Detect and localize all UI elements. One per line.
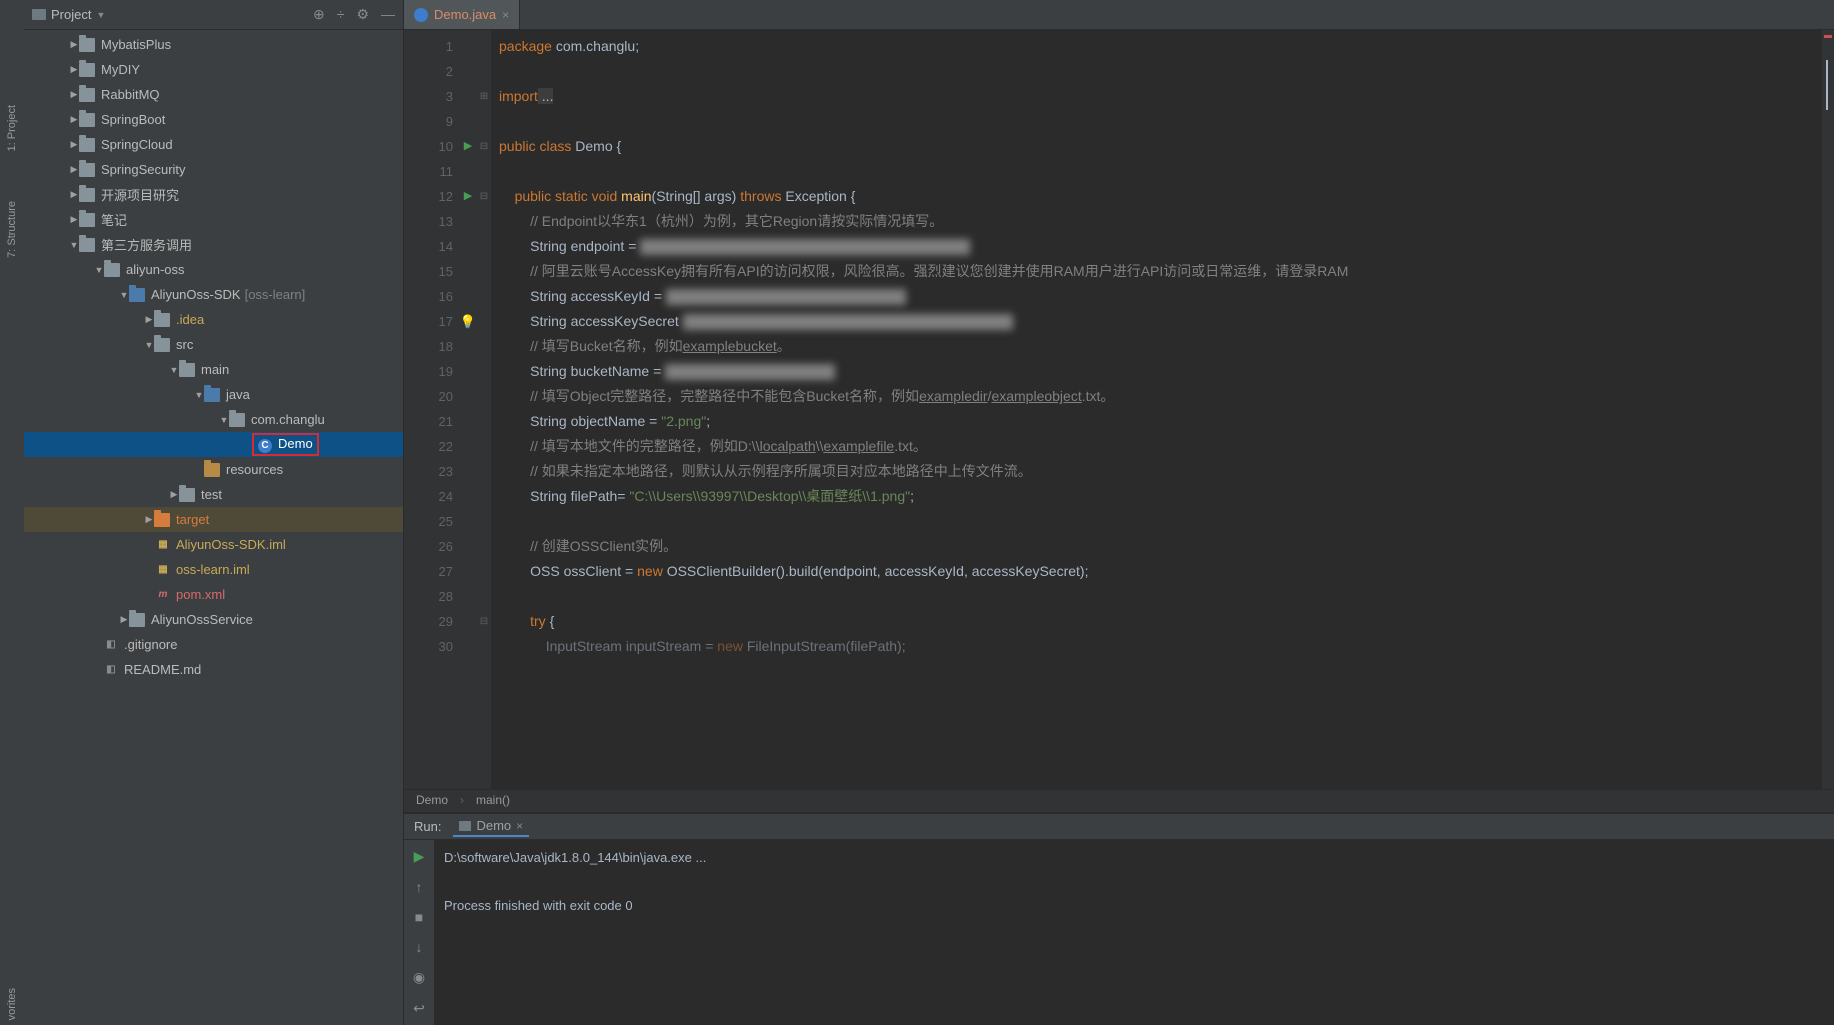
- structure-rail-label[interactable]: 7: Structure: [6, 196, 18, 263]
- tree-item-aliyunoss[interactable]: ▼aliyun-oss: [24, 257, 403, 282]
- run-panel: Run: Demo × ▶ ↑ ■ ↓ ◉ ↩ D:\software\Java: [404, 812, 1834, 1025]
- tree-item-notes[interactable]: ▶笔记: [24, 207, 403, 232]
- target-icon[interactable]: ⊕: [313, 6, 325, 23]
- wrap-icon[interactable]: ↩: [413, 1000, 425, 1017]
- run-gutter-icon[interactable]: ▶: [459, 184, 477, 209]
- tab-label: Demo.java: [434, 7, 496, 22]
- rerun-icon[interactable]: ▶: [414, 848, 425, 865]
- tree-item-main[interactable]: ▼main: [24, 357, 403, 382]
- gear-icon[interactable]: ⚙: [356, 6, 369, 23]
- tree-item-gitignore[interactable]: ▶◧.gitignore: [24, 632, 403, 657]
- marker-bar[interactable]: [1822, 30, 1834, 789]
- tree-item-rabbitmq[interactable]: ▶RabbitMQ: [24, 82, 403, 107]
- editor-tabs: Demo.java ×: [404, 0, 1834, 30]
- fold-column[interactable]: ⊞ ⊟ ⊟ ⊟: [477, 30, 491, 789]
- stop-icon[interactable]: ■: [415, 909, 423, 925]
- tree-item-service[interactable]: ▶AliyunOssService: [24, 607, 403, 632]
- console-output[interactable]: D:\software\Java\jdk1.8.0_144\bin\java.e…: [434, 840, 1834, 1025]
- editor[interactable]: 1239101112131415161718192021222324252627…: [404, 30, 1834, 789]
- run-label: Run:: [410, 819, 445, 834]
- breadcrumb: Demo › main(): [404, 789, 1834, 812]
- tree-item-research[interactable]: ▶开源项目研究: [24, 182, 403, 207]
- project-rail-label[interactable]: 1: Project: [6, 100, 18, 156]
- tree-item-mydiy[interactable]: ▶MyDIY: [24, 57, 403, 82]
- project-panel: Project ▼ ⊕ ÷ ⚙ — ▶MybatisPlus ▶MyDIY ▶R…: [24, 0, 404, 1025]
- tree-item-iml1[interactable]: ▦AliyunOss-SDK.iml: [24, 532, 403, 557]
- tree-item-pkg[interactable]: ▼com.changlu: [24, 407, 403, 432]
- scroll-marker: [1826, 60, 1828, 110]
- tree-item-resources[interactable]: ▶resources: [24, 457, 403, 482]
- java-icon: [414, 8, 428, 22]
- up-icon[interactable]: ↑: [416, 879, 423, 895]
- collapse-icon[interactable]: —: [381, 6, 395, 23]
- code-area[interactable]: package com.changlu; import ... public c…: [491, 30, 1822, 789]
- tree-item-springsec[interactable]: ▶SpringSecurity: [24, 157, 403, 182]
- tree-item-idea[interactable]: ▶.idea: [24, 307, 403, 332]
- error-marker[interactable]: [1824, 35, 1832, 38]
- tree-item-sdk[interactable]: ▼AliyunOss-SDK[oss-learn]: [24, 282, 403, 307]
- tree-item-iml2[interactable]: ▦oss-learn.iml: [24, 557, 403, 582]
- divide-icon[interactable]: ÷: [337, 6, 345, 23]
- favorites-rail-label[interactable]: vorites: [6, 983, 18, 1025]
- tab-demo[interactable]: Demo.java ×: [404, 0, 520, 29]
- bulb-icon[interactable]: 💡: [459, 309, 477, 334]
- tree-item-src[interactable]: ▼src: [24, 332, 403, 357]
- gutter-icons: ▶ ▶ 💡: [459, 30, 477, 789]
- down-icon[interactable]: ↓: [416, 939, 423, 955]
- run-tab-demo[interactable]: Demo ×: [453, 816, 529, 837]
- project-title[interactable]: Project ▼: [32, 7, 105, 22]
- camera-icon[interactable]: ◉: [413, 969, 425, 986]
- run-toolbar: ▶ ↑ ■ ↓ ◉ ↩: [404, 840, 434, 1025]
- left-tool-rail: 1: Project 7: Structure vorites: [0, 0, 24, 1025]
- breadcrumb-demo[interactable]: Demo: [416, 793, 448, 809]
- line-numbers: 1239101112131415161718192021222324252627…: [404, 30, 459, 789]
- close-icon[interactable]: ×: [502, 8, 509, 22]
- tree-item-target[interactable]: ▶target: [24, 507, 403, 532]
- tree-item-java[interactable]: ▼java: [24, 382, 403, 407]
- breadcrumb-main[interactable]: main(): [476, 793, 510, 809]
- tree-item-readme[interactable]: ▶◧README.md: [24, 657, 403, 682]
- close-icon[interactable]: ×: [516, 819, 523, 833]
- tree-item-test[interactable]: ▶test: [24, 482, 403, 507]
- tree-item-demo[interactable]: ▶CDemo: [24, 432, 403, 457]
- tree-item-pom[interactable]: mpom.xml: [24, 582, 403, 607]
- tree-item-springcloud[interactable]: ▶SpringCloud: [24, 132, 403, 157]
- project-header: Project ▼ ⊕ ÷ ⚙ —: [24, 0, 403, 30]
- tree-item-springboot[interactable]: ▶SpringBoot: [24, 107, 403, 132]
- tree-item-thirdparty[interactable]: ▼第三方服务调用: [24, 232, 403, 257]
- tree-item-mybatis[interactable]: ▶MybatisPlus: [24, 32, 403, 57]
- run-gutter-icon[interactable]: ▶: [459, 134, 477, 159]
- project-tree[interactable]: ▶MybatisPlus ▶MyDIY ▶RabbitMQ ▶SpringBoo…: [24, 30, 403, 1025]
